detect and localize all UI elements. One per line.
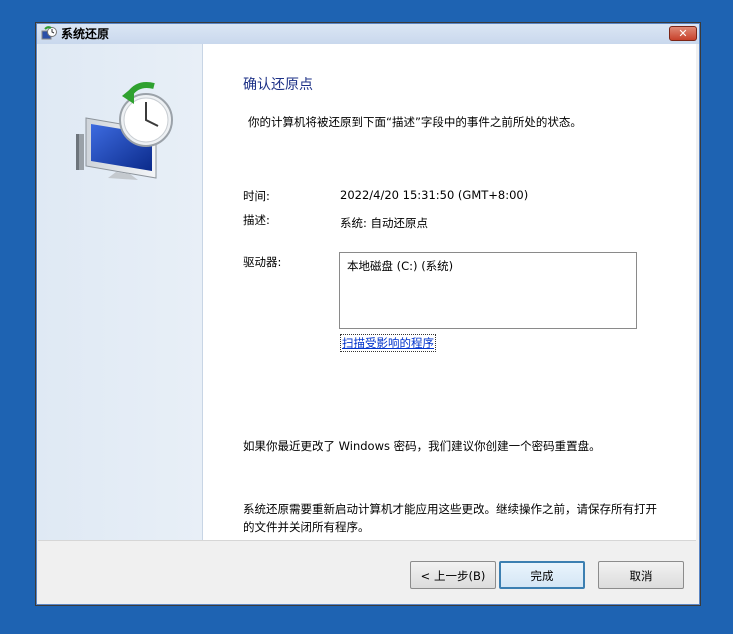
window-title: 系统还原 — [61, 27, 110, 41]
time-value: 2022/4/20 15:31:50 (GMT+8:00) — [340, 188, 529, 202]
system-restore-clock-monitor-icon — [76, 82, 173, 180]
page-description: 你的计算机将被还原到下面“描述”字段中的事件之前所处的状态。 — [248, 115, 582, 129]
description-value: 系统: 自动还原点 — [340, 216, 429, 230]
time-label: 时间: — [243, 189, 270, 203]
list-item[interactable]: 本地磁盘 (C:) (系统) — [347, 258, 453, 274]
scan-affected-programs-link[interactable]: 扫描受影响的程序 — [340, 334, 436, 352]
restart-warning-note: 系统还原需要重新启动计算机才能应用这些更改。继续操作之前，请保存所有打开的文件并… — [243, 502, 657, 534]
finish-button[interactable]: 完成 — [499, 561, 585, 589]
drives-label: 驱动器: — [243, 255, 282, 269]
drives-list[interactable]: 本地磁盘 (C:) (系统) — [339, 252, 637, 329]
password-reset-note: 如果你最近更改了 Windows 密码，我们建议你创建一个密码重置盘。 — [243, 439, 601, 453]
close-button[interactable]: ✕ — [669, 26, 697, 41]
left-pane — [38, 44, 203, 540]
button-bar: < 上一步(B) 完成 取消 — [38, 540, 696, 604]
system-restore-icon — [41, 26, 57, 40]
close-icon: ✕ — [678, 27, 688, 40]
content-area: 确认还原点 你的计算机将被还原到下面“描述”字段中的事件之前所处的状态。 时间:… — [38, 44, 696, 540]
title-bar[interactable]: 系统还原 ✕ — [37, 24, 699, 44]
page-heading: 确认还原点 — [243, 77, 313, 93]
description-label: 描述: — [243, 213, 270, 227]
cancel-button[interactable]: 取消 — [598, 561, 684, 589]
system-restore-window: 系统还原 ✕ 确认还原点 你的计算机将被还原到下面“描述”字段中的事件之前所处的… — [35, 22, 701, 606]
back-button[interactable]: < 上一步(B) — [410, 561, 496, 589]
